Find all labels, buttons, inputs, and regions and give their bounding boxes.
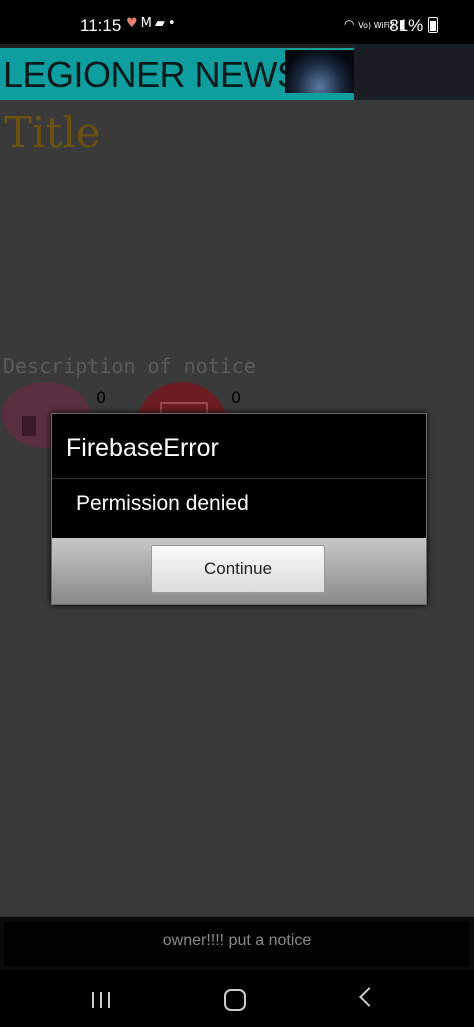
back-icon[interactable] — [359, 987, 379, 1007]
battery-status: 81% — [389, 16, 438, 36]
dialog-footer: Continue — [52, 538, 426, 604]
header-right-area — [354, 44, 474, 100]
footer-text: owner!!!! put a notice — [162, 932, 312, 949]
notice-title: Title — [4, 108, 101, 157]
like-count: 0 — [96, 388, 107, 407]
battery-percent: 81% — [389, 16, 424, 35]
gmail-icon: M — [140, 16, 155, 31]
heart-icon: ♥ — [126, 16, 141, 31]
message-icon: ▰ — [154, 16, 168, 31]
like-icon — [22, 416, 36, 436]
earth-image — [285, 50, 354, 93]
navigation-bar — [0, 970, 474, 1027]
battery-icon — [428, 17, 438, 33]
status-time: 11:15 — [80, 16, 122, 35]
continue-button[interactable]: Continue — [151, 545, 325, 593]
notice-description: Description of notice — [3, 354, 256, 378]
error-dialog: FirebaseError Permission denied Continue — [51, 413, 427, 605]
notification-icons: ♥M▰• — [126, 16, 179, 31]
dialog-title: FirebaseError — [66, 434, 219, 462]
dislike-count: 0 — [231, 388, 242, 407]
dialog-divider — [52, 478, 426, 479]
dot-icon: • — [167, 16, 179, 31]
recents-icon[interactable] — [92, 992, 112, 1008]
app-title: LEGIONER NEWS — [3, 54, 301, 95]
status-bar: 11:15 ♥M▰• ◠ Vo) WiFi2 ▮ 81% — [0, 0, 474, 44]
home-icon[interactable] — [224, 989, 246, 1011]
dialog-message: Permission denied — [76, 492, 249, 515]
